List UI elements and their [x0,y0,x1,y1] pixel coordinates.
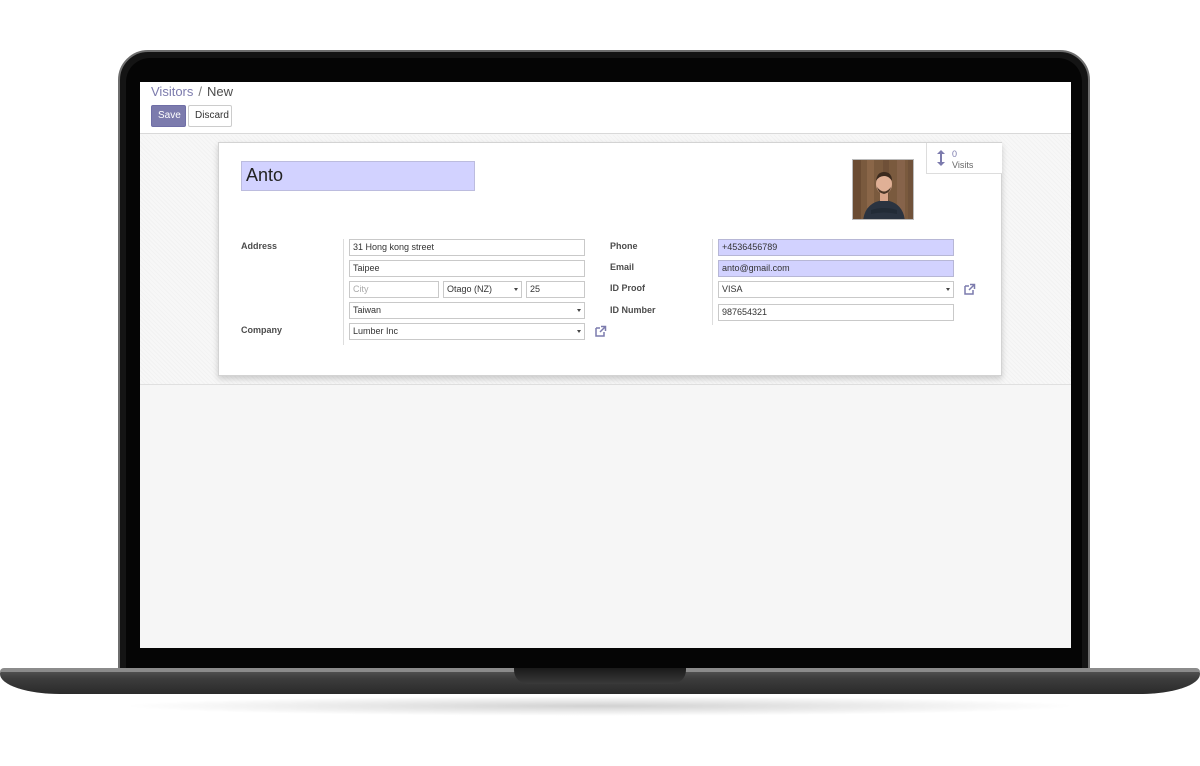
phone-label: Phone [610,241,638,251]
app-screen: Visitors / New Save Discard 0 Visits Ant… [140,82,1071,648]
caret-down-icon [577,309,581,312]
caret-down-icon [514,288,518,291]
street-input[interactable]: 31 Hong kong street [349,239,585,256]
save-button[interactable]: Save [151,105,186,127]
email-input[interactable]: anto@gmail.com [718,260,954,277]
company-label: Company [241,325,283,335]
visitor-form-sheet: 0 Visits Anto Address 31 Hong kong stree… [218,142,1002,376]
email-label: Email [610,262,635,272]
laptop-base [0,668,1200,694]
id-proof-label: ID Proof [610,283,645,293]
caret-down-icon [946,288,950,291]
contact-divider [712,239,713,325]
breadcrumb-separator: / [198,84,203,99]
laptop-shadow [120,696,1080,716]
vertical-arrows-icon [937,150,945,166]
state-select[interactable]: Otago (NZ) [443,281,522,298]
country-select[interactable]: Taiwan [349,302,585,319]
laptop-notch [514,668,686,684]
id-proof-select[interactable]: VISA [718,281,954,298]
company-value: Lumber Inc [353,326,399,336]
caret-down-icon [577,330,581,333]
company-select[interactable]: Lumber Inc [349,323,585,340]
visitor-photo[interactable] [852,159,914,220]
visits-smart-button[interactable]: 0 Visits [926,143,1002,174]
country-value: Taiwan [353,305,382,315]
id-number-label: ID Number [610,305,656,315]
phone-input[interactable]: +4536456789 [718,239,954,256]
breadcrumb: Visitors / New [151,84,233,99]
avatar-image [853,160,913,219]
zip-input[interactable]: 25 [526,281,585,298]
id-number-input[interactable]: 987654321 [718,304,954,321]
address-divider [343,239,344,345]
city-input[interactable]: City [349,281,439,298]
state-value: Otago (NZ) [447,284,493,294]
street2-input[interactable]: Taipee [349,260,585,277]
discard-button[interactable]: Discard [188,105,232,127]
external-link-icon[interactable] [963,283,976,296]
breadcrumb-visitors-link[interactable]: Visitors [151,84,193,99]
visits-count: 0 [952,149,958,159]
visits-label: Visits [952,160,974,170]
visitor-name-input[interactable]: Anto [241,161,475,191]
address-label: Address [241,241,278,251]
control-panel: Visitors / New Save Discard [140,82,1071,134]
external-link-icon[interactable] [594,325,607,338]
id-proof-value: VISA [722,284,743,294]
breadcrumb-current: New [207,84,234,99]
